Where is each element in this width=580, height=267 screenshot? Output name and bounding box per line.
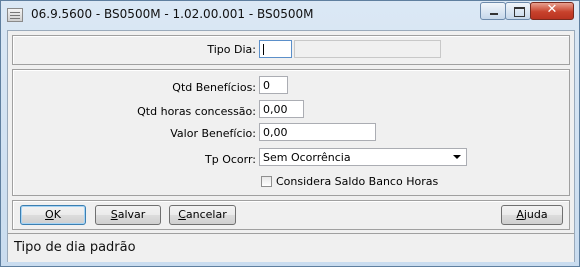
qtd-horas-concessao-input[interactable]: 0,00 <box>259 100 304 118</box>
tipo-dia-group: Tipo Dia: <box>12 35 570 65</box>
qtd-beneficios-value: 0 <box>263 79 270 92</box>
qtd-horas-concessao-label: Qtd horas concessão: <box>137 105 256 118</box>
valor-beneficio-label: Valor Benefício: <box>170 127 256 140</box>
app-icon[interactable] <box>7 8 23 22</box>
ok-mnemonic: O <box>45 208 54 221</box>
maximize-button[interactable] <box>505 2 531 20</box>
minimize-button[interactable] <box>480 2 506 20</box>
considera-saldo-label[interactable]: Considera Saldo Banco Horas <box>276 175 438 188</box>
salvar-button[interactable]: Salvar <box>95 205 161 225</box>
considera-saldo-checkbox[interactable] <box>261 176 272 187</box>
cancelar-label-rest: ancelar <box>185 208 227 221</box>
status-text: Tipo de dia padrão <box>14 240 136 255</box>
tp-ocorr-label: Tp Ocorr: <box>205 153 256 166</box>
qtd-beneficios-input[interactable]: 0 <box>259 76 288 94</box>
ok-label-rest: K <box>53 208 61 221</box>
salvar-label-rest: alvar <box>117 208 146 221</box>
application-window: 06.9.5600 - BS0500M - 1.02.00.001 - BS05… <box>0 0 580 267</box>
cancelar-button[interactable]: Cancelar <box>169 205 236 225</box>
maximize-icon <box>514 7 525 17</box>
button-bar: OK Salvar Cancelar Ajuda <box>12 200 570 230</box>
ajuda-mnemonic: A <box>516 208 524 221</box>
ajuda-button[interactable]: Ajuda <box>501 205 563 225</box>
dialog-body: Tipo Dia: Qtd Benefícios: 0 Qtd horas co… <box>7 30 575 262</box>
window-controls: ✕ <box>480 2 574 22</box>
cancelar-mnemonic: C <box>178 208 186 221</box>
salvar-mnemonic: S <box>110 208 118 221</box>
ok-button[interactable]: OK <box>20 205 86 225</box>
qtd-horas-concessao-value: 0,00 <box>263 103 288 116</box>
text-caret <box>263 44 264 55</box>
chevron-down-icon <box>453 155 461 159</box>
tipo-dia-code-input[interactable] <box>259 40 292 58</box>
tipo-dia-label: Tipo Dia: <box>207 43 256 56</box>
valor-beneficio-input[interactable]: 0,00 <box>259 123 376 141</box>
tipo-dia-description-field <box>294 40 441 58</box>
qtd-beneficios-label: Qtd Benefícios: <box>172 81 256 94</box>
window-title: 06.9.5600 - BS0500M - 1.02.00.001 - BS05… <box>31 7 314 21</box>
beneficio-details-group: Qtd Benefícios: 0 Qtd horas concessão: 0… <box>12 69 570 196</box>
valor-beneficio-value: 0,00 <box>263 126 288 139</box>
close-icon: ✕ <box>546 2 558 17</box>
tp-ocorr-select[interactable]: Sem Ocorrência <box>259 148 467 166</box>
tp-ocorr-selected-value: Sem Ocorrência <box>263 151 351 164</box>
ajuda-label-rest: juda <box>523 208 548 221</box>
close-button[interactable]: ✕ <box>530 2 574 20</box>
title-bar[interactable]: 06.9.5600 - BS0500M - 1.02.00.001 - BS05… <box>1 1 579 29</box>
minimize-icon <box>490 13 498 15</box>
status-bar: Tipo de dia padrão <box>8 233 574 262</box>
